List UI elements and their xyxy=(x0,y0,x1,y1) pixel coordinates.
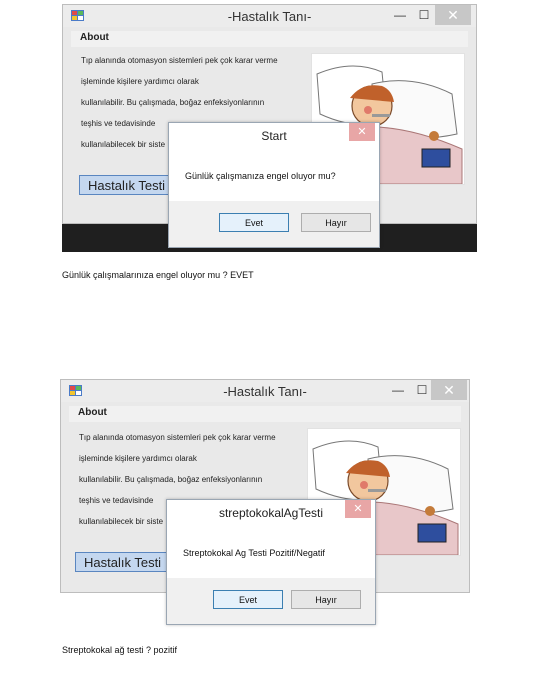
no-button[interactable]: Hayır xyxy=(301,213,371,232)
description-line: Tıp alanında otomasyon sistemleri pek ço… xyxy=(81,56,278,65)
description-line: Tıp alanında otomasyon sistemleri pek ço… xyxy=(79,433,276,442)
screenshot-1: -Hastalık Tanı- — ☐ ✕ About Tıp alanında… xyxy=(62,4,477,252)
caption-2: Streptokokal ağ testi ? pozitif xyxy=(62,645,178,655)
dialog-title: Start xyxy=(261,129,287,143)
screenshot-2: -Hastalık Tanı- — ☐ ✕ About Tıp alanında… xyxy=(60,379,470,625)
dialog-close-button[interactable]: ✕ xyxy=(349,123,375,141)
menu-bar: About xyxy=(69,406,461,422)
title-bar: -Hastalık Tanı- — ☐ ✕ xyxy=(61,380,469,402)
caption-1: Günlük çalışmalarınıza engel oluyor mu ?… xyxy=(62,270,254,280)
dialog-message: Streptokokal Ag Testi Pozitif/Negatif xyxy=(183,548,325,558)
dialog-button-bar: Evet Hayır xyxy=(169,201,379,247)
dialog-close-button[interactable]: ✕ xyxy=(345,500,371,518)
no-button[interactable]: Hayır xyxy=(291,590,361,609)
dialog-title: streptokokalAgTesti xyxy=(218,506,324,520)
description-line: işleminde kişilere yardımcı olarak xyxy=(81,77,199,86)
description-line: kullanılabilir. Bu çalışmada, boğaz enfe… xyxy=(81,98,265,107)
yes-button[interactable]: Evet xyxy=(213,590,283,609)
dialog-button-bar: Evet Hayır xyxy=(167,578,375,624)
streptokokal-test-dialog: streptokokalAgTesti ✕ Streptokokal Ag Te… xyxy=(166,499,376,625)
description-line: kullanılabilir. Bu çalışmada, boğaz enfe… xyxy=(79,475,263,484)
dialog-message: Günlük çalışmanıza engel oluyor mu? xyxy=(185,171,336,181)
close-button[interactable]: ✕ xyxy=(431,380,467,400)
title-bar: -Hastalık Tanı- — ☐ ✕ xyxy=(63,5,476,27)
description-line: işleminde kişilere yardımcı olarak xyxy=(79,454,197,463)
menu-item-about[interactable]: About xyxy=(80,32,109,43)
disease-test-button[interactable]: Hastalık Testi xyxy=(75,552,179,572)
maximize-button[interactable]: ☐ xyxy=(412,5,436,25)
menu-item-about[interactable]: About xyxy=(78,407,107,418)
start-dialog: Start ✕ Günlük çalışmanıza engel oluyor … xyxy=(168,122,380,248)
menu-bar: About xyxy=(71,31,468,47)
close-button[interactable]: ✕ xyxy=(435,5,471,25)
minimize-button[interactable]: — xyxy=(386,380,410,400)
minimize-button[interactable]: — xyxy=(388,5,412,25)
yes-button[interactable]: Evet xyxy=(219,213,289,232)
